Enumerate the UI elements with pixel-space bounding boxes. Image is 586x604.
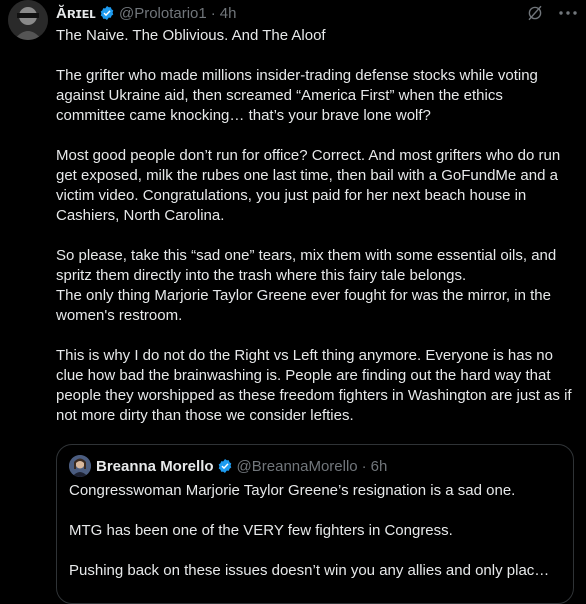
quoted-tweet-timestamp[interactable]: 6h [371,458,388,475]
tweet-text: The Naive. The Oblivious. And The Aloof … [56,26,574,446]
verified-badge-icon [217,458,233,474]
tweet-paragraph: The Naive. The Oblivious. And The Aloof [56,27,326,44]
quoted-author-display-name[interactable]: Breanna Morello [96,458,214,475]
tweet-header: Ăʀɪᴇʟ @Prolotario1 · 4h [56,2,586,24]
quoted-tweet-card[interactable]: Breanna Morello @BreannaMorello · 6h Con… [56,444,574,604]
quoted-paragraph: Pushing back on these issues doesn’t win… [69,562,550,579]
quoted-tweet-header: Breanna Morello @BreannaMorello · 6h [69,455,387,477]
tweet-timestamp[interactable]: 4h [220,5,237,22]
grok-icon[interactable] [526,4,544,22]
header-separator: · [210,4,216,22]
quoted-author-avatar[interactable] [69,455,91,477]
more-options-icon[interactable] [556,4,580,22]
verified-badge-icon [99,5,115,21]
tweet-paragraph: Most good people don’t run for office? C… [56,147,565,224]
tweet-paragraph: This is why I do not do the Right vs Lef… [56,347,576,424]
quoted-author-handle[interactable]: @BreannaMorello [237,458,358,475]
author-handle[interactable]: @Prolotario1 [119,5,207,22]
tweet-paragraph: So please, take this “sad one” tears, mi… [56,247,557,324]
author-display-name[interactable]: Ăʀɪᴇʟ [56,5,96,22]
quoted-paragraph: MTG has been one of the VERY few fighter… [69,522,453,539]
quoted-paragraph: Congresswoman Marjorie Taylor Greene’s r… [69,482,516,499]
quoted-header-separator: · [361,457,367,475]
author-avatar[interactable] [8,0,48,40]
quoted-tweet-text: Congresswoman Marjorie Taylor Greene’s r… [69,481,565,601]
tweet-paragraph: The grifter who made millions insider-tr… [56,67,543,124]
